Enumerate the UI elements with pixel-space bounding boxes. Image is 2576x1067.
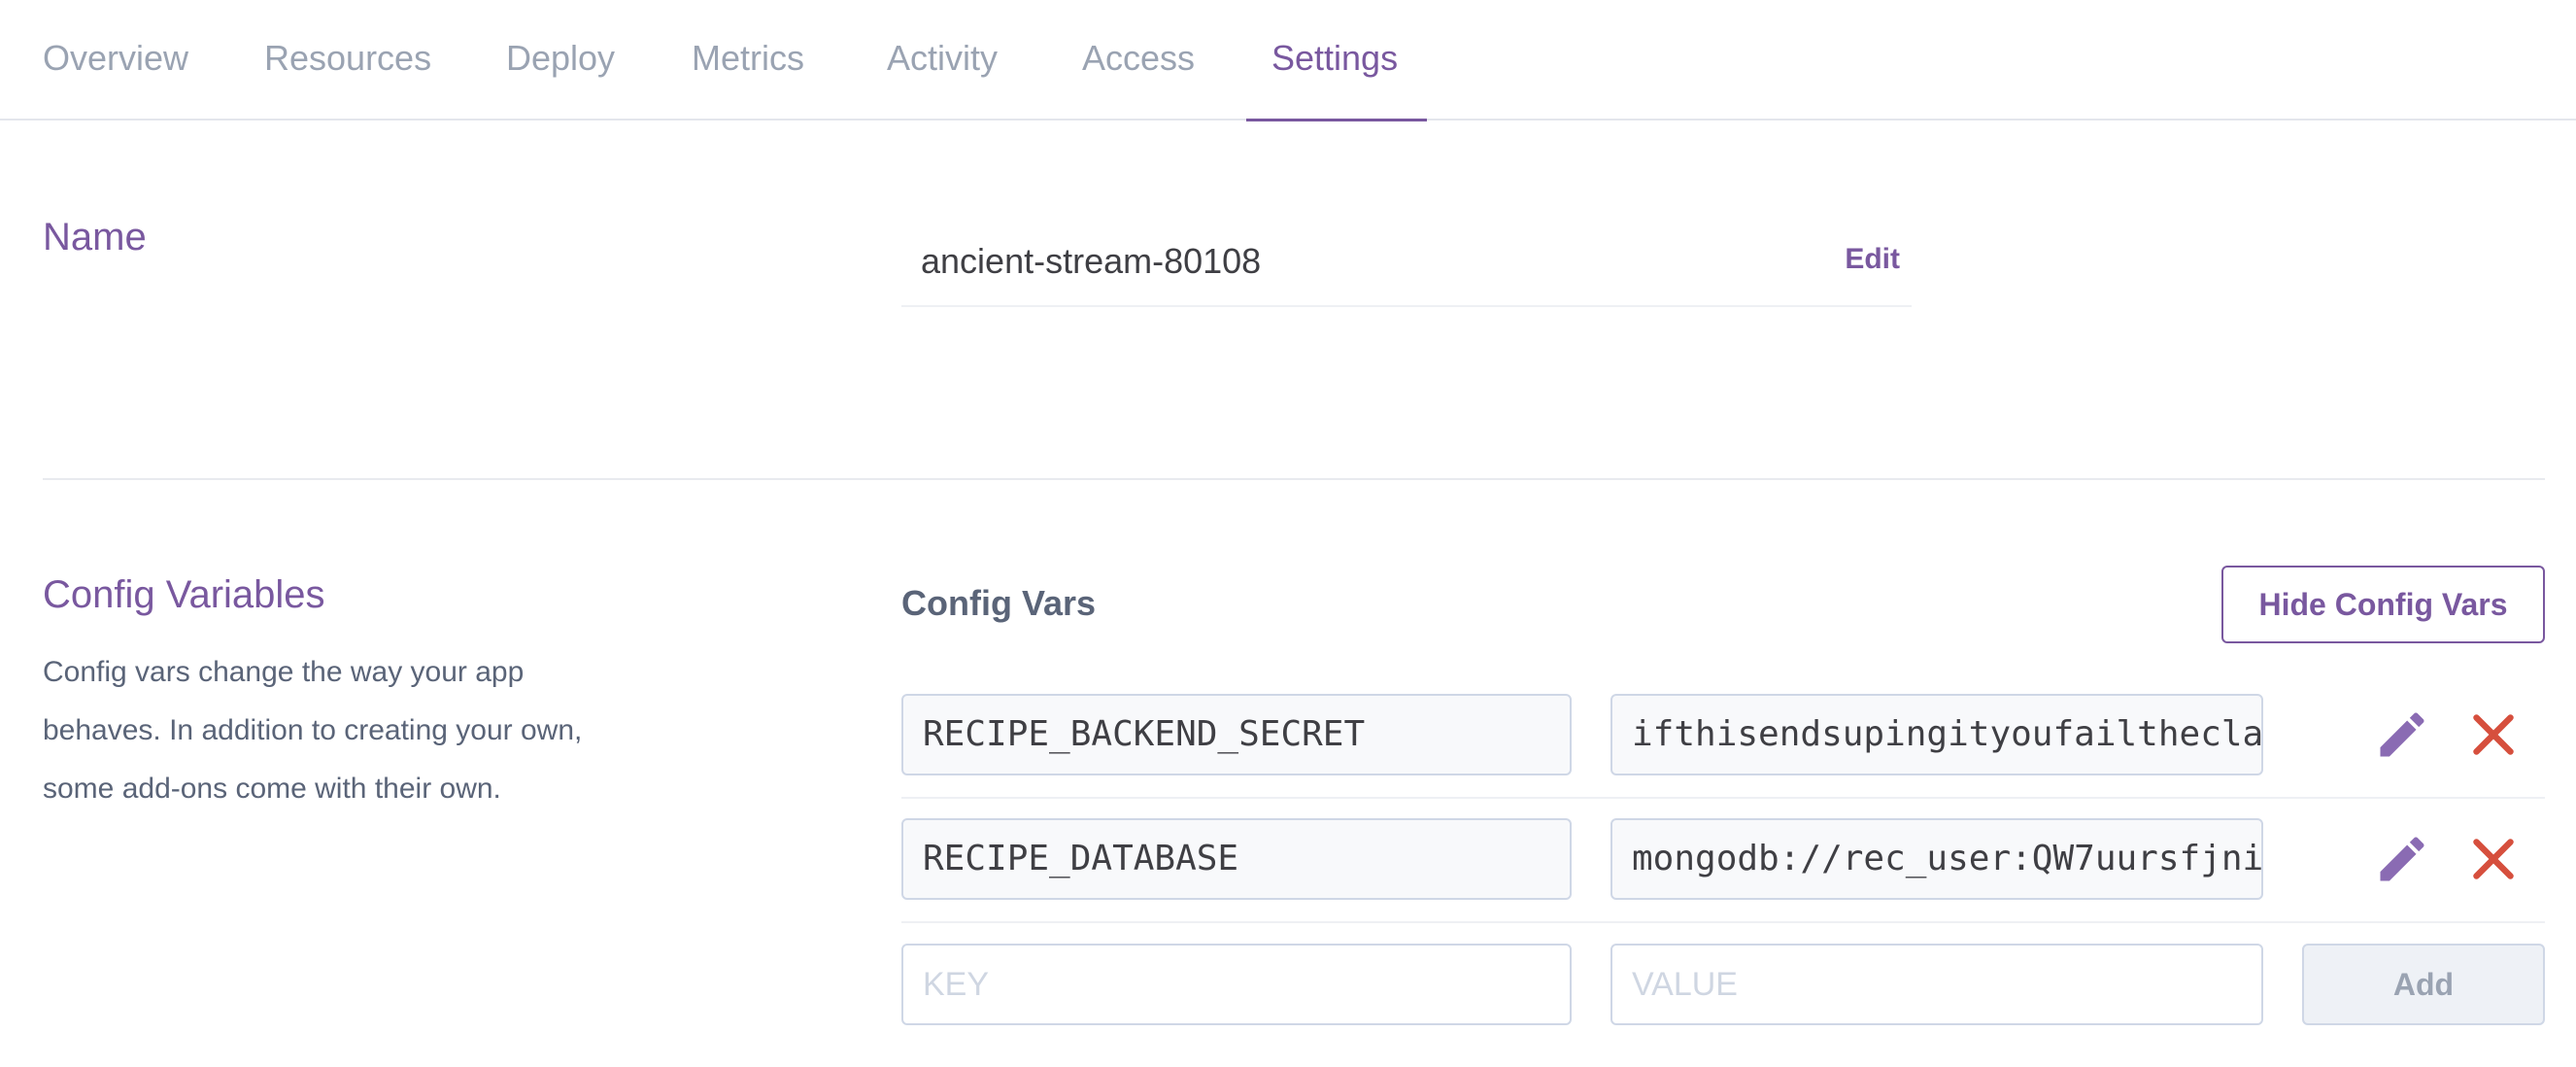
close-icon[interactable] xyxy=(2464,706,2523,764)
config-var-key[interactable]: RECIPE_DATABASE xyxy=(901,818,1572,900)
section-divider xyxy=(43,478,2545,480)
tab-resources[interactable]: Resources xyxy=(264,0,431,120)
row-separator xyxy=(901,921,2545,923)
tab-metrics[interactable]: Metrics xyxy=(692,0,804,120)
tab-overview[interactable]: Overview xyxy=(43,0,188,120)
config-vars-header: Config Vars xyxy=(901,583,1097,623)
add-config-var-button[interactable]: Add xyxy=(2302,944,2545,1025)
row-separator xyxy=(901,797,2545,799)
hide-config-vars-button[interactable]: Hide Config Vars xyxy=(2221,566,2545,643)
name-section-title: Name xyxy=(43,216,147,258)
pencil-icon[interactable] xyxy=(2373,830,2431,888)
tab-bar: Overview Resources Deploy Metrics Activi… xyxy=(0,0,2576,121)
new-value-input[interactable] xyxy=(1610,944,2263,1025)
config-var-key[interactable]: RECIPE_BACKEND_SECRET xyxy=(901,694,1572,775)
config-section-description: Config vars change the way your app beha… xyxy=(43,656,583,805)
active-tab-indicator xyxy=(1246,119,1427,121)
tab-access[interactable]: Access xyxy=(1082,0,1195,120)
tab-settings[interactable]: Settings xyxy=(1271,0,1398,120)
app-name-value: ancient-stream-80108 xyxy=(921,241,1262,281)
config-var-value[interactable]: ifthisendsupingityoufailtheclas xyxy=(1610,694,2263,775)
tab-activity[interactable]: Activity xyxy=(887,0,998,120)
tab-deploy[interactable]: Deploy xyxy=(506,0,615,120)
pencil-icon[interactable] xyxy=(2373,706,2431,764)
close-icon[interactable] xyxy=(2464,830,2523,888)
app-name-row: ancient-stream-80108 Edit xyxy=(901,220,1912,307)
config-section-title: Config Variables xyxy=(43,573,325,616)
new-key-input[interactable] xyxy=(901,944,1572,1025)
config-var-value[interactable]: mongodb://rec_user:QW7uursfjnir xyxy=(1610,818,2263,900)
edit-name-button[interactable]: Edit xyxy=(1845,243,1900,276)
